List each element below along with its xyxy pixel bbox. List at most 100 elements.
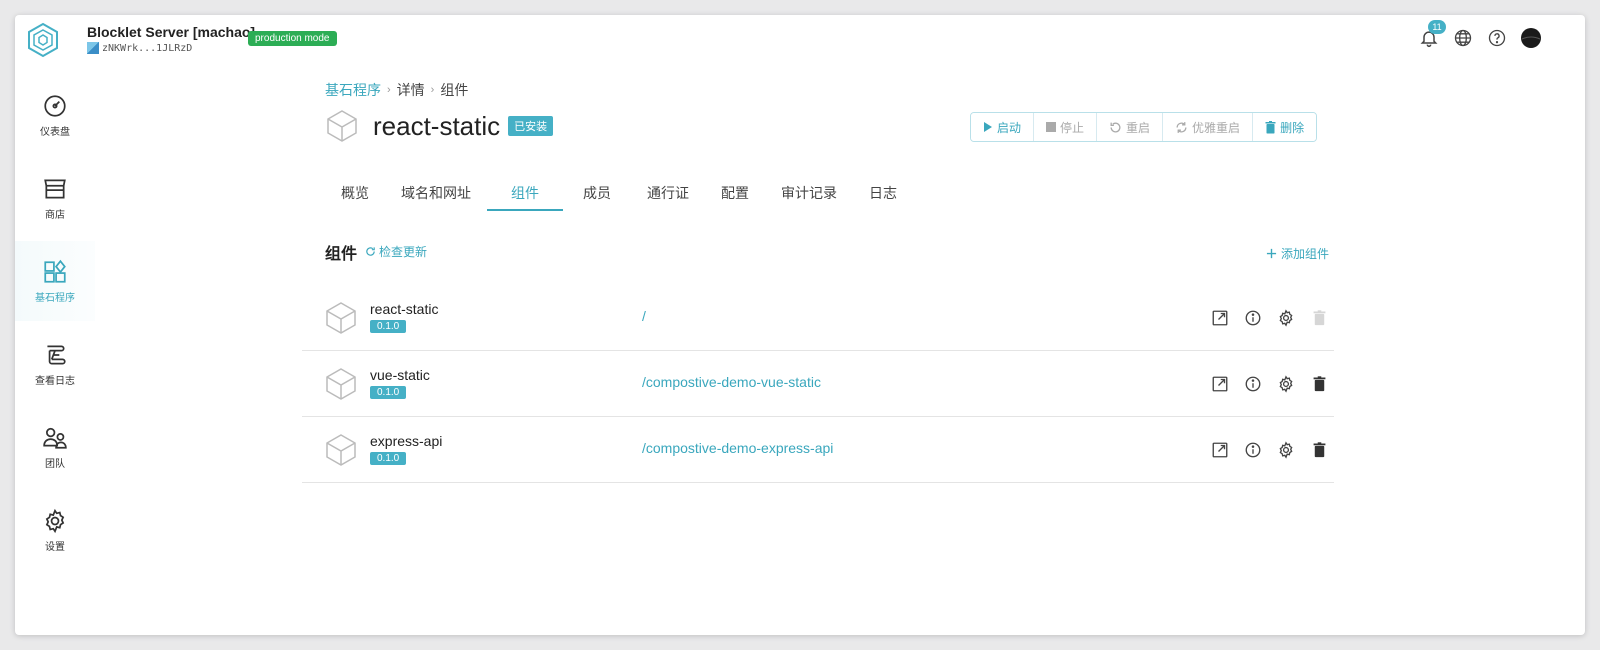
gear-icon [1279,375,1293,393]
start-button[interactable]: 启动 [971,113,1035,141]
blocklet-server-logo[interactable] [25,22,61,58]
trash-icon [1313,376,1325,392]
open-link-button[interactable] [1208,306,1232,330]
gear-icon [45,508,65,533]
delete-component-button[interactable] [1307,306,1331,330]
delete-button-label: 删除 [1280,120,1305,135]
notification-count: 11 [1428,20,1446,34]
sidebar-item-label: 基石程序 [35,292,75,304]
breadcrumb-separator: › [387,84,391,96]
graceful-restart-button[interactable]: 优雅重启 [1163,113,1254,141]
server-name: Blocklet Server [machao] [87,24,256,40]
section-title: 组件 [325,246,358,263]
tab-config[interactable]: 配置 [705,175,765,211]
row-actions [1208,306,1331,330]
info-button[interactable] [1241,306,1265,330]
package-icon [326,368,356,400]
mode-badge: production mode [248,31,337,46]
play-icon [984,122,992,132]
sidebar-item-label: 商店 [45,209,65,221]
delete-component-button[interactable] [1307,438,1331,462]
user-avatar[interactable] [1519,26,1543,50]
component-version: 0.1.0 [370,386,407,399]
plus-icon [1266,248,1277,259]
restart-button-label: 重启 [1126,120,1151,135]
trash-icon [1265,120,1276,133]
sidebar-item-label: 设置 [45,541,65,553]
add-component-button[interactable]: 添加组件 [1266,245,1329,262]
trash-icon [1313,310,1325,326]
restart-icon [1110,122,1121,132]
notification-button[interactable]: 11 [1417,20,1446,50]
add-component-label: 添加组件 [1281,247,1330,261]
table-row: express-api 0.1.0 /compostive-demo-expre… [302,417,1334,483]
team-icon [43,427,67,449]
sidebar-item-settings[interactable]: 设置 [15,490,95,570]
blocklets-icon [44,259,66,283]
page-title: react-static [373,110,501,141]
tab-passports[interactable]: 通行证 [631,175,705,211]
open-link-button[interactable] [1208,372,1232,396]
component-mount-point[interactable]: /compostive-demo-vue-static [642,374,821,390]
help-button[interactable] [1485,26,1509,50]
tab-overview[interactable]: 概览 [325,175,385,211]
stop-button[interactable]: 停止 [1034,113,1098,141]
package-icon [326,434,356,466]
refresh-icon [366,247,375,256]
breadcrumb: 基石程序 › 详情 › 组件 [325,80,468,100]
sidebar-item-blocklets[interactable]: 基石程序 [15,241,95,321]
sidebar-item-store[interactable]: 商店 [15,158,95,238]
delete-button[interactable]: 删除 [1253,113,1317,141]
app-window: Blocklet Server [machao] zNKWrk...1JLRzD… [15,15,1585,635]
tab-audit-logs[interactable]: 审计记录 [765,175,853,211]
trash-icon [1313,442,1325,458]
table-row: vue-static 0.1.0 /compostive-demo-vue-st… [302,351,1334,417]
breadcrumb-detail[interactable]: 详情 [397,80,425,100]
check-update-button[interactable]: 检查更新 [365,243,427,260]
gauge-icon [44,94,66,117]
log-icon [47,344,66,365]
gear-icon [1279,309,1293,327]
component-version: 0.1.0 [370,320,407,333]
table-row: react-static 0.1.0 / [302,285,1334,351]
tab-domains[interactable]: 域名和网址 [385,175,487,211]
action-button-group: 启动 停止 重启 优雅重启 删除 [970,112,1318,142]
tab-members[interactable]: 成员 [563,175,631,211]
component-mount-point[interactable]: /compostive-demo-express-api [642,440,833,456]
tab-logs[interactable]: 日志 [853,175,913,211]
check-update-label: 检查更新 [379,245,428,259]
restart-button[interactable]: 重启 [1097,113,1164,141]
component-name: express-api [370,433,443,449]
sidebar-item-dashboard[interactable]: 仪表盘 [15,75,95,155]
info-icon [1245,376,1261,392]
server-did[interactable]: zNKWrk...1JLRzD [87,42,192,54]
open-link-button[interactable] [1208,438,1232,462]
delete-component-button[interactable] [1307,372,1331,396]
info-icon [1245,442,1261,458]
component-name: vue-static [370,367,430,383]
tab-components[interactable]: 组件 [487,175,563,211]
graceful-restart-button-label: 优雅重启 [1192,120,1241,135]
language-button[interactable] [1451,26,1475,50]
component-mount-point[interactable]: / [642,308,646,324]
sidebar-item-logs[interactable]: 查看日志 [15,324,95,404]
external-link-icon [1212,310,1228,326]
info-button[interactable] [1241,372,1265,396]
settings-button[interactable] [1274,438,1298,462]
settings-button[interactable] [1274,306,1298,330]
info-button[interactable] [1241,438,1265,462]
store-icon [44,178,66,199]
external-link-icon [1212,442,1228,458]
info-icon [1245,310,1261,326]
component-version: 0.1.0 [370,452,407,465]
settings-button[interactable] [1274,372,1298,396]
sidebar-item-team[interactable]: 团队 [15,407,95,487]
tab-bar: 概览 域名和网址 组件 成员 通行证 配置 审计记录 日志 [325,175,913,211]
breadcrumb-root[interactable]: 基石程序 [325,80,381,100]
external-link-icon [1212,376,1228,392]
sidebar-item-label: 查看日志 [35,375,75,387]
start-button-label: 启动 [997,120,1022,135]
status-badge: 已安装 [508,116,554,136]
gear-icon [1279,441,1293,459]
row-actions [1208,438,1331,462]
